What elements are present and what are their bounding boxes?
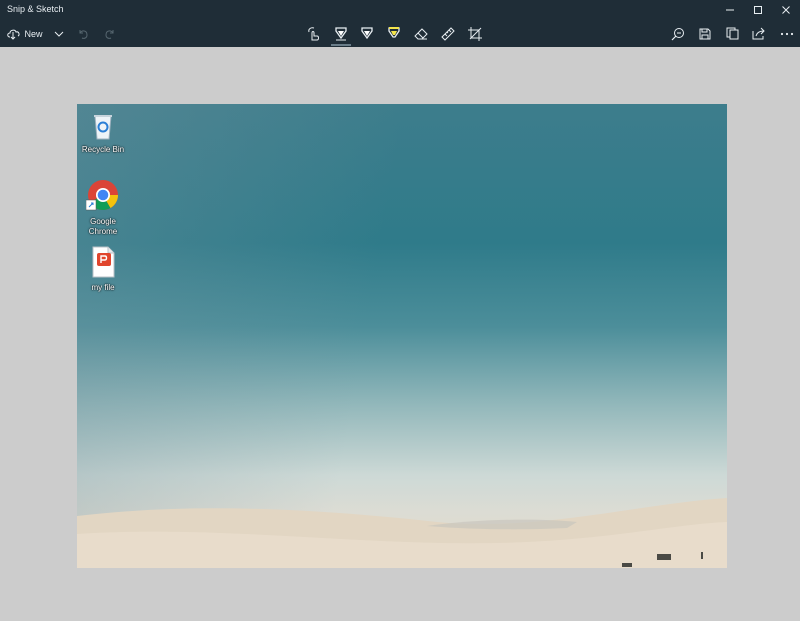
copy-button[interactable] [723,22,741,45]
new-snip-icon [7,29,21,40]
new-options-dropdown[interactable] [52,22,66,45]
pdf-file-icon [92,246,115,278]
title-bar: Snip & Sketch [0,0,800,20]
highlighter-button[interactable] [385,22,403,45]
redo-button[interactable] [102,22,118,45]
close-button[interactable] [772,0,800,20]
touch-writing-icon [308,26,319,40]
desktop-icon-label: Recycle Bin [81,145,125,154]
ruler-button[interactable] [439,22,457,45]
minimize-icon [726,9,734,11]
more-icon [780,32,794,35]
pencil-button[interactable] [358,22,376,45]
undo-icon [79,29,88,39]
new-snip-button[interactable]: New [5,22,45,45]
desktop-icon-recycle-bin[interactable]: Recycle Bin [77,110,129,155]
touch-writing-button[interactable] [305,22,323,45]
save-icon [699,28,711,39]
recycle-bin-icon [94,115,112,140]
chevron-down-icon [54,31,64,37]
desktop-icon-label: my file [91,283,115,292]
pencil-icon [361,26,373,39]
share-button[interactable] [750,22,768,45]
eraser-button[interactable] [412,22,430,45]
redo-icon [105,29,114,39]
minimize-button[interactable] [716,0,744,20]
undo-button[interactable] [75,22,91,45]
maximize-icon [754,6,762,14]
copy-icon [726,27,738,40]
selected-tool-indicator [331,44,351,46]
sand-dunes-landscape [77,498,727,568]
toolbar: New [0,20,800,47]
maximize-button[interactable] [744,0,772,20]
save-button[interactable] [696,22,714,45]
app-title: Snip & Sketch [7,4,64,14]
crop-button[interactable] [466,22,484,45]
zoom-button[interactable] [669,22,687,45]
ballpoint-pen-icon [335,26,347,40]
new-label: New [24,28,43,39]
share-icon [752,27,765,40]
eraser-icon [414,27,428,39]
zoom-icon [671,27,684,40]
desktop-icon-chrome[interactable]: Google Chrome [77,178,129,237]
more-options-button[interactable] [778,22,796,45]
desktop-icon-label: Google Chrome [88,217,118,236]
crop-icon [468,26,482,41]
chrome-icon [85,180,118,211]
ballpoint-pen-button[interactable] [328,22,354,46]
close-icon [782,6,790,14]
desktop-icon-my-file[interactable]: my file [77,246,129,293]
captured-screenshot[interactable]: Recycle Bin Google Chrome my file [77,104,727,568]
highlighter-icon [388,26,400,38]
ruler-icon [441,26,455,41]
